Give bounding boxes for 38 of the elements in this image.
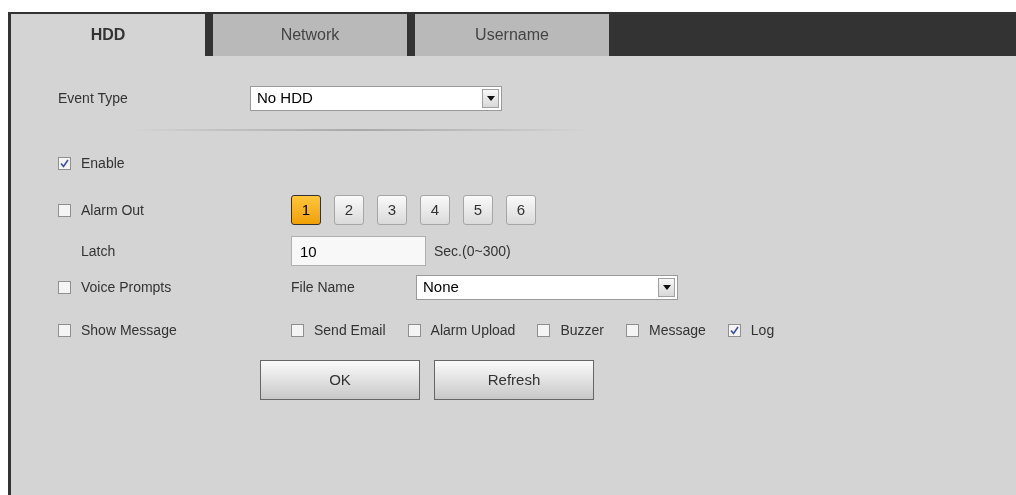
checkbox-label: Log bbox=[750, 320, 775, 340]
checkbox-label: Buzzer bbox=[560, 320, 604, 340]
channel-button[interactable]: 3 bbox=[377, 195, 407, 225]
checkbox-label: Show Message bbox=[81, 320, 177, 340]
action-button[interactable]: Refresh bbox=[434, 360, 594, 400]
checkbox[interactable] bbox=[58, 280, 71, 294]
checkbox-label: Voice Prompts bbox=[81, 277, 172, 297]
checkbox-label: Enable bbox=[81, 153, 125, 173]
checkbox-label: Alarm Upload bbox=[430, 320, 516, 340]
tab[interactable]: HDD bbox=[11, 14, 205, 56]
checkbox[interactable] bbox=[58, 323, 71, 337]
checkbox-label: Message bbox=[649, 320, 706, 340]
checkmark-icon bbox=[60, 158, 69, 168]
field-label: Latch bbox=[80, 241, 117, 261]
tab[interactable]: Network bbox=[213, 14, 407, 56]
field-label: Event Type bbox=[58, 88, 129, 108]
action-button[interactable]: OK bbox=[260, 360, 420, 400]
checkbox[interactable] bbox=[58, 203, 71, 217]
tab[interactable]: Username bbox=[415, 14, 609, 56]
checkbox[interactable] bbox=[626, 323, 639, 337]
range-hint: Sec.(0~300) bbox=[434, 241, 511, 261]
checkbox[interactable] bbox=[537, 323, 551, 337]
dropdown[interactable]: None bbox=[416, 274, 678, 300]
field-label: File Name bbox=[291, 277, 356, 297]
channel-button[interactable]: 5 bbox=[463, 195, 493, 225]
checkbox-label: Send Email bbox=[314, 320, 386, 340]
checkmark-icon bbox=[729, 325, 739, 335]
checkbox-label: Alarm Out bbox=[81, 200, 144, 220]
input-field[interactable]: 10 bbox=[291, 236, 426, 266]
checkbox[interactable] bbox=[58, 156, 71, 170]
channel-button[interactable]: 6 bbox=[506, 195, 536, 225]
channel-button[interactable]: 1 bbox=[291, 195, 321, 225]
checkbox[interactable] bbox=[727, 323, 741, 337]
channel-button[interactable]: 2 bbox=[334, 195, 364, 225]
channel-button[interactable]: 4 bbox=[420, 195, 450, 225]
checkbox[interactable] bbox=[407, 323, 421, 337]
dropdown[interactable]: No HDD bbox=[250, 85, 502, 111]
checkbox[interactable] bbox=[291, 323, 304, 337]
